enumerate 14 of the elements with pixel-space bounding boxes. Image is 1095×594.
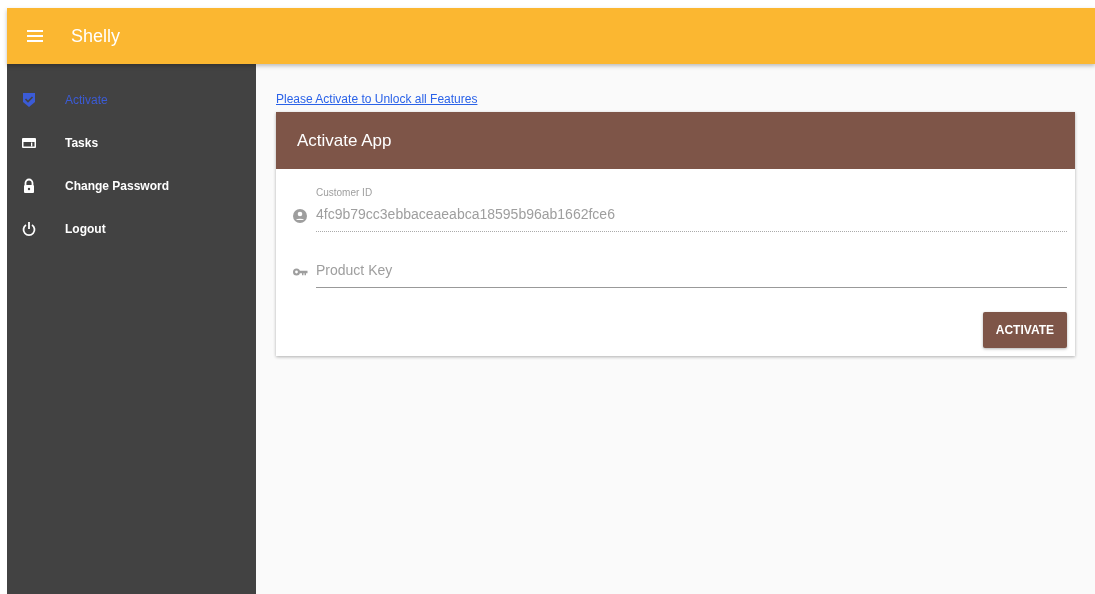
sidebar-item[interactable]: Change Password [7,164,256,207]
card-title: Activate App [297,129,392,152]
field-label: Customer ID [316,186,374,200]
product-key-field[interactable]: Product Key [316,256,1067,288]
person-icon [292,208,308,224]
activate-button[interactable]: ACTIVATE [982,312,1067,348]
menu-icon[interactable] [27,30,43,42]
power-icon [21,220,37,237]
shield-icon [21,91,37,108]
lock-icon [21,177,37,194]
app-title: Shelly [71,24,121,48]
sidebar-item[interactable]: Logout [7,207,256,250]
sidebar-item[interactable]: Tasks [7,121,256,164]
activate-link[interactable]: Please Activate to Unlock all Features [276,92,478,106]
